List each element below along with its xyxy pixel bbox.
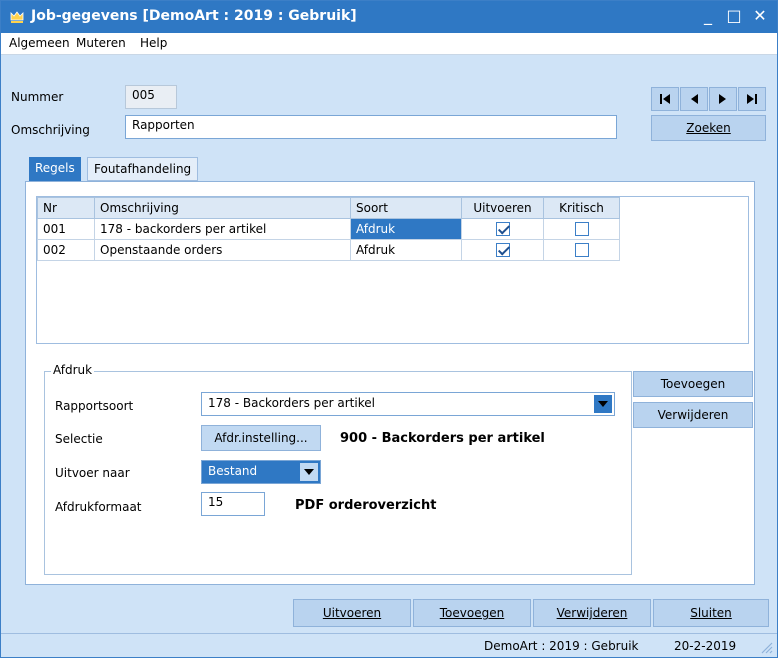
column-soort[interactable]: Soort xyxy=(350,197,462,219)
table-row[interactable]: 001 178 - backorders per artikel Afdruk xyxy=(37,218,620,240)
uitvoer-naar-dropdown[interactable]: Bestand xyxy=(201,460,321,484)
regels-table: Nr Omschrijving Soort Uitvoeren Kritisch… xyxy=(37,197,620,261)
menu-muteren[interactable]: Muteren xyxy=(76,36,126,50)
job-gegevens-window: Job-gegevens [DemoArt : 2019 : Gebruik] … xyxy=(0,0,778,658)
afdrukformaat-description: PDF orderoverzicht xyxy=(295,498,437,513)
last-record-icon xyxy=(747,94,757,104)
afdr-instelling-button[interactable]: Afdr.instelling... xyxy=(201,425,321,451)
status-date: 20-2-2019 xyxy=(674,639,737,653)
uitvoeren-button[interactable]: Uitvoeren xyxy=(293,599,411,627)
zoeken-button[interactable]: Zoeken xyxy=(651,115,766,141)
first-record-button[interactable] xyxy=(651,87,679,111)
omschrijving-label: Omschrijving xyxy=(11,123,90,137)
rapportsoort-value: 178 - Backorders per artikel xyxy=(208,396,375,410)
row-omschrijving: 178 - backorders per artikel xyxy=(94,218,351,240)
status-bar: DemoArt : 2019 : Gebruik 20-2-2019 xyxy=(1,633,777,657)
title-bar[interactable]: Job-gegevens [DemoArt : 2019 : Gebruik] … xyxy=(1,1,777,33)
row-soort[interactable]: Afdruk xyxy=(350,218,462,240)
afdruk-group-title: Afdruk xyxy=(51,363,95,377)
kritisch-checkbox[interactable] xyxy=(574,222,589,237)
afdrukformaat-label: Afdrukformaat xyxy=(55,500,142,514)
app-crown-icon xyxy=(10,11,24,23)
row-nr: 002 xyxy=(37,239,95,261)
next-record-button[interactable] xyxy=(709,87,737,111)
menu-help[interactable]: Help xyxy=(140,36,167,50)
chevron-down-icon[interactable] xyxy=(300,463,318,481)
selectie-label: Selectie xyxy=(55,432,103,446)
previous-record-button[interactable] xyxy=(680,87,708,111)
rapportsoort-dropdown[interactable]: 178 - Backorders per artikel xyxy=(201,392,615,416)
window-title: Job-gegevens [DemoArt : 2019 : Gebruik] xyxy=(31,8,357,24)
nummer-field[interactable]: 005 xyxy=(125,85,177,109)
toevoegen-button[interactable]: Toevoegen xyxy=(413,599,531,627)
uitvoer-naar-value: Bestand xyxy=(208,464,258,478)
row-kritisch-cell xyxy=(543,239,620,261)
nummer-label: Nummer xyxy=(11,90,64,104)
row-omschrijving: Openstaande orders xyxy=(94,239,351,261)
next-record-icon xyxy=(719,94,726,104)
minimize-button[interactable]: _ xyxy=(697,5,719,27)
side-toevoegen-button[interactable]: Toevoegen xyxy=(633,371,753,397)
selectie-description: 900 - Backorders per artikel xyxy=(340,431,545,446)
afdruk-group: Afdruk Rapportsoort 178 - Backorders per… xyxy=(44,363,632,575)
menu-algemeen[interactable]: Algemeen xyxy=(9,36,70,50)
last-record-button[interactable] xyxy=(738,87,766,111)
previous-record-icon xyxy=(691,94,698,104)
status-context: DemoArt : 2019 : Gebruik xyxy=(484,639,639,653)
uitvoer-naar-label: Uitvoer naar xyxy=(55,466,130,480)
column-kritisch[interactable]: Kritisch xyxy=(543,197,620,219)
tab-foutafhandeling[interactable]: Foutafhandeling xyxy=(87,157,199,181)
row-kritisch-cell xyxy=(543,218,620,240)
uitvoeren-checkbox[interactable] xyxy=(495,222,510,237)
column-uitvoeren[interactable]: Uitvoeren xyxy=(461,197,544,219)
column-omschrijving[interactable]: Omschrijving xyxy=(94,197,351,219)
rapportsoort-label: Rapportsoort xyxy=(55,399,134,413)
side-verwijderen-button[interactable]: Verwijderen xyxy=(633,402,753,428)
verwijderen-button[interactable]: Verwijderen xyxy=(533,599,651,627)
sluiten-button[interactable]: Sluiten xyxy=(653,599,769,627)
column-nr[interactable]: Nr xyxy=(37,197,95,219)
menu-bar: Algemeen Muteren Help xyxy=(1,33,777,55)
close-button[interactable]: ✕ xyxy=(749,5,771,27)
uitvoeren-checkbox[interactable] xyxy=(495,243,510,258)
grid-header-row: Nr Omschrijving Soort Uitvoeren Kritisch xyxy=(37,197,620,219)
kritisch-checkbox[interactable] xyxy=(574,243,589,258)
resize-grip-icon[interactable] xyxy=(759,640,773,654)
table-row[interactable]: 002 Openstaande orders Afdruk xyxy=(37,239,620,261)
row-uitvoeren-cell xyxy=(461,218,544,240)
omschrijving-field[interactable]: Rapporten xyxy=(125,115,617,139)
regels-grid: Nr Omschrijving Soort Uitvoeren Kritisch… xyxy=(36,196,749,344)
row-soort[interactable]: Afdruk xyxy=(350,239,462,261)
afdrukformaat-field[interactable]: 15 xyxy=(201,492,265,516)
row-uitvoeren-cell xyxy=(461,239,544,261)
chevron-down-icon[interactable] xyxy=(594,395,612,413)
row-nr: 001 xyxy=(37,218,95,240)
maximize-button[interactable]: □ xyxy=(723,5,745,27)
first-record-icon xyxy=(660,94,670,104)
tab-regels[interactable]: Regels xyxy=(29,157,81,181)
